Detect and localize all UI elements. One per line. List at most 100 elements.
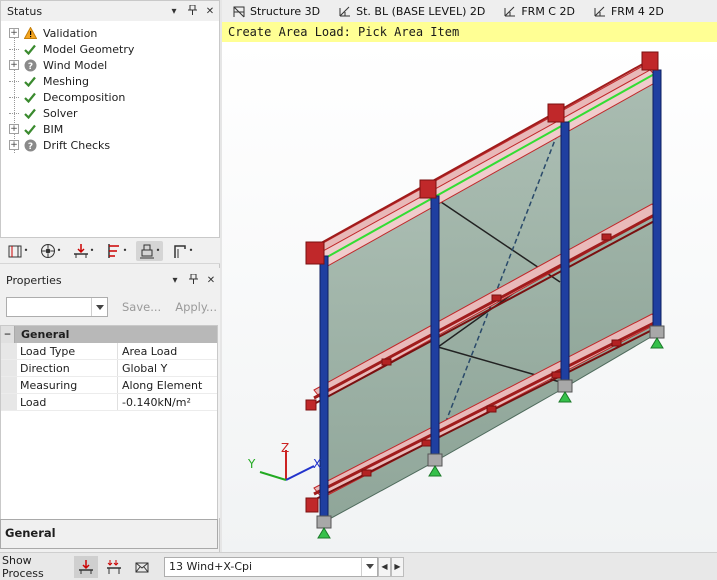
property-key: Direction <box>17 360 118 376</box>
frame-3d-icon <box>233 6 245 18</box>
column[interactable] <box>560 121 570 385</box>
support-icon[interactable]: • <box>136 240 163 261</box>
tree-item-label: Model Geometry <box>43 42 135 56</box>
combination-icon[interactable] <box>102 556 126 578</box>
tab-structure-3d[interactable]: Structure 3D <box>222 0 328 22</box>
pin-icon[interactable] <box>183 4 201 18</box>
check-icon <box>23 106 37 120</box>
axis-label-z: Z <box>281 441 289 455</box>
properties-panel: Properties ▾ ✕ Save... Apply... − Genera… <box>0 268 220 521</box>
category-label: General <box>21 328 70 341</box>
property-row[interactable]: Load -0.140kN/m² <box>1 394 217 411</box>
property-grid: − General Load Type Area Load Direction … <box>0 325 218 521</box>
property-value[interactable]: Along Element <box>118 377 217 393</box>
bottom-bar: Show Process 13 Wind+X-Cpi ◀ ▶ <box>0 552 717 580</box>
command-hint: Create Area Load: Pick Area Item <box>222 22 717 42</box>
expand-icon[interactable]: + <box>9 124 19 134</box>
property-description: General <box>0 519 218 549</box>
dropdown-icon[interactable]: ▾ <box>166 275 184 286</box>
tab-base-level-2d[interactable]: St. BL (BASE LEVEL) 2D <box>328 0 493 22</box>
member-icon[interactable]: • <box>169 241 196 261</box>
tab-frm-c-2d[interactable]: FRM C 2D <box>493 0 583 22</box>
property-key: Load Type <box>17 343 118 359</box>
status-tree: + Validation Model Geometry + ? Wind Mod… <box>1 21 219 153</box>
property-key: Measuring <box>17 377 118 393</box>
model-view-icon[interactable]: • <box>4 241 31 261</box>
close-icon[interactable]: ✕ <box>201 6 219 17</box>
properties-preset-select[interactable] <box>6 297 108 317</box>
property-row[interactable]: Load Type Area Load <box>1 343 217 360</box>
property-row[interactable]: Measuring Along Element <box>1 377 217 394</box>
check-icon <box>23 122 37 136</box>
tree-item-drift-checks[interactable]: + ? Drift Checks <box>1 137 219 153</box>
tree-item-label: Meshing <box>43 74 89 88</box>
status-panel: Status ▾ ✕ + Validation Model Geometry +… <box>0 0 220 238</box>
collapse-icon[interactable]: − <box>1 326 15 343</box>
tab-frm-4-2d[interactable]: FRM 4 2D <box>583 0 672 22</box>
panel-switch-toolbar: • • • • • • <box>0 238 220 264</box>
property-value[interactable]: Area Load <box>118 343 217 359</box>
check-icon <box>23 74 37 88</box>
chevron-down-icon[interactable] <box>91 298 107 316</box>
tree-item-model-geometry[interactable]: Model Geometry <box>1 41 219 57</box>
tree-item-label: BIM <box>43 122 64 136</box>
previous-case-button[interactable]: ◀ <box>378 556 391 577</box>
column[interactable] <box>652 69 662 331</box>
tree-item-label: Decomposition <box>43 90 126 104</box>
chevron-down-icon[interactable] <box>361 557 377 576</box>
next-case-button[interactable]: ▶ <box>391 556 404 577</box>
level-icon[interactable]: • <box>103 241 130 261</box>
property-value[interactable]: -0.140kN/m² <box>118 394 217 410</box>
structure-model[interactable]: Z X Y <box>222 42 717 552</box>
column[interactable] <box>430 195 440 457</box>
tree-item-validation[interactable]: + Validation <box>1 25 219 41</box>
axis-label-x: X <box>313 457 321 471</box>
tree-item-bim[interactable]: + BIM <box>1 121 219 137</box>
show-process-label: Show Process <box>2 553 44 580</box>
status-panel-header: Status ▾ ✕ <box>1 1 219 21</box>
tree-item-label: Solver <box>43 106 78 120</box>
expand-icon[interactable]: + <box>9 60 19 70</box>
load-case-value: 13 Wind+X-Cpi <box>169 560 253 573</box>
axis-label-y: Y <box>247 457 256 471</box>
load-case-select[interactable]: 13 Wind+X-Cpi <box>164 556 378 577</box>
load-process-icon[interactable] <box>74 555 98 578</box>
property-key: Load <box>17 394 118 410</box>
expand-icon[interactable]: + <box>9 140 19 150</box>
property-row[interactable]: Direction Global Y <box>1 360 217 377</box>
property-category[interactable]: − General <box>1 326 217 343</box>
tab-label: FRM C 2D <box>521 4 575 18</box>
status-panel-title: Status <box>7 4 43 18</box>
close-icon[interactable]: ✕ <box>202 275 220 286</box>
frame-2d-icon <box>339 6 351 17</box>
wind-icon[interactable]: • <box>37 241 64 261</box>
tab-label: FRM 4 2D <box>610 4 664 18</box>
structure-3d-viewport[interactable]: Z X Y <box>222 42 717 552</box>
properties-panel-title: Properties <box>6 273 62 287</box>
tab-label: Structure 3D <box>250 4 321 18</box>
tree-item-wind-model[interactable]: + ? Wind Model <box>1 57 219 73</box>
properties-panel-header: Properties ▾ ✕ <box>0 268 220 292</box>
tree-item-decomposition[interactable]: Decomposition <box>1 89 219 105</box>
tree-item-meshing[interactable]: Meshing <box>1 73 219 89</box>
question-icon: ? <box>23 58 37 72</box>
envelope-icon[interactable] <box>130 556 154 578</box>
pin-icon[interactable] <box>184 273 202 287</box>
document-tabs: Structure 3D St. BL (BASE LEVEL) 2D FRM … <box>222 0 717 22</box>
apply-button[interactable]: Apply... <box>175 300 217 314</box>
frame-2d-icon <box>504 6 516 17</box>
svg-text:?: ? <box>27 62 32 72</box>
tree-item-label: Wind Model <box>43 58 108 72</box>
tab-label: St. BL (BASE LEVEL) 2D <box>356 4 486 18</box>
warning-icon <box>23 26 37 40</box>
tree-item-solver[interactable]: Solver <box>1 105 219 121</box>
expand-icon[interactable]: + <box>9 28 19 38</box>
dropdown-icon[interactable]: ▾ <box>165 6 183 17</box>
tree-item-label: Drift Checks <box>43 138 111 152</box>
left-dock: Status ▾ ✕ + Validation Model Geometry +… <box>0 0 220 552</box>
frame-2d-icon <box>594 6 605 17</box>
column[interactable] <box>319 255 329 519</box>
save-button[interactable]: Save... <box>122 300 161 314</box>
load-icon[interactable]: • <box>70 241 97 261</box>
property-value[interactable]: Global Y <box>118 360 217 376</box>
